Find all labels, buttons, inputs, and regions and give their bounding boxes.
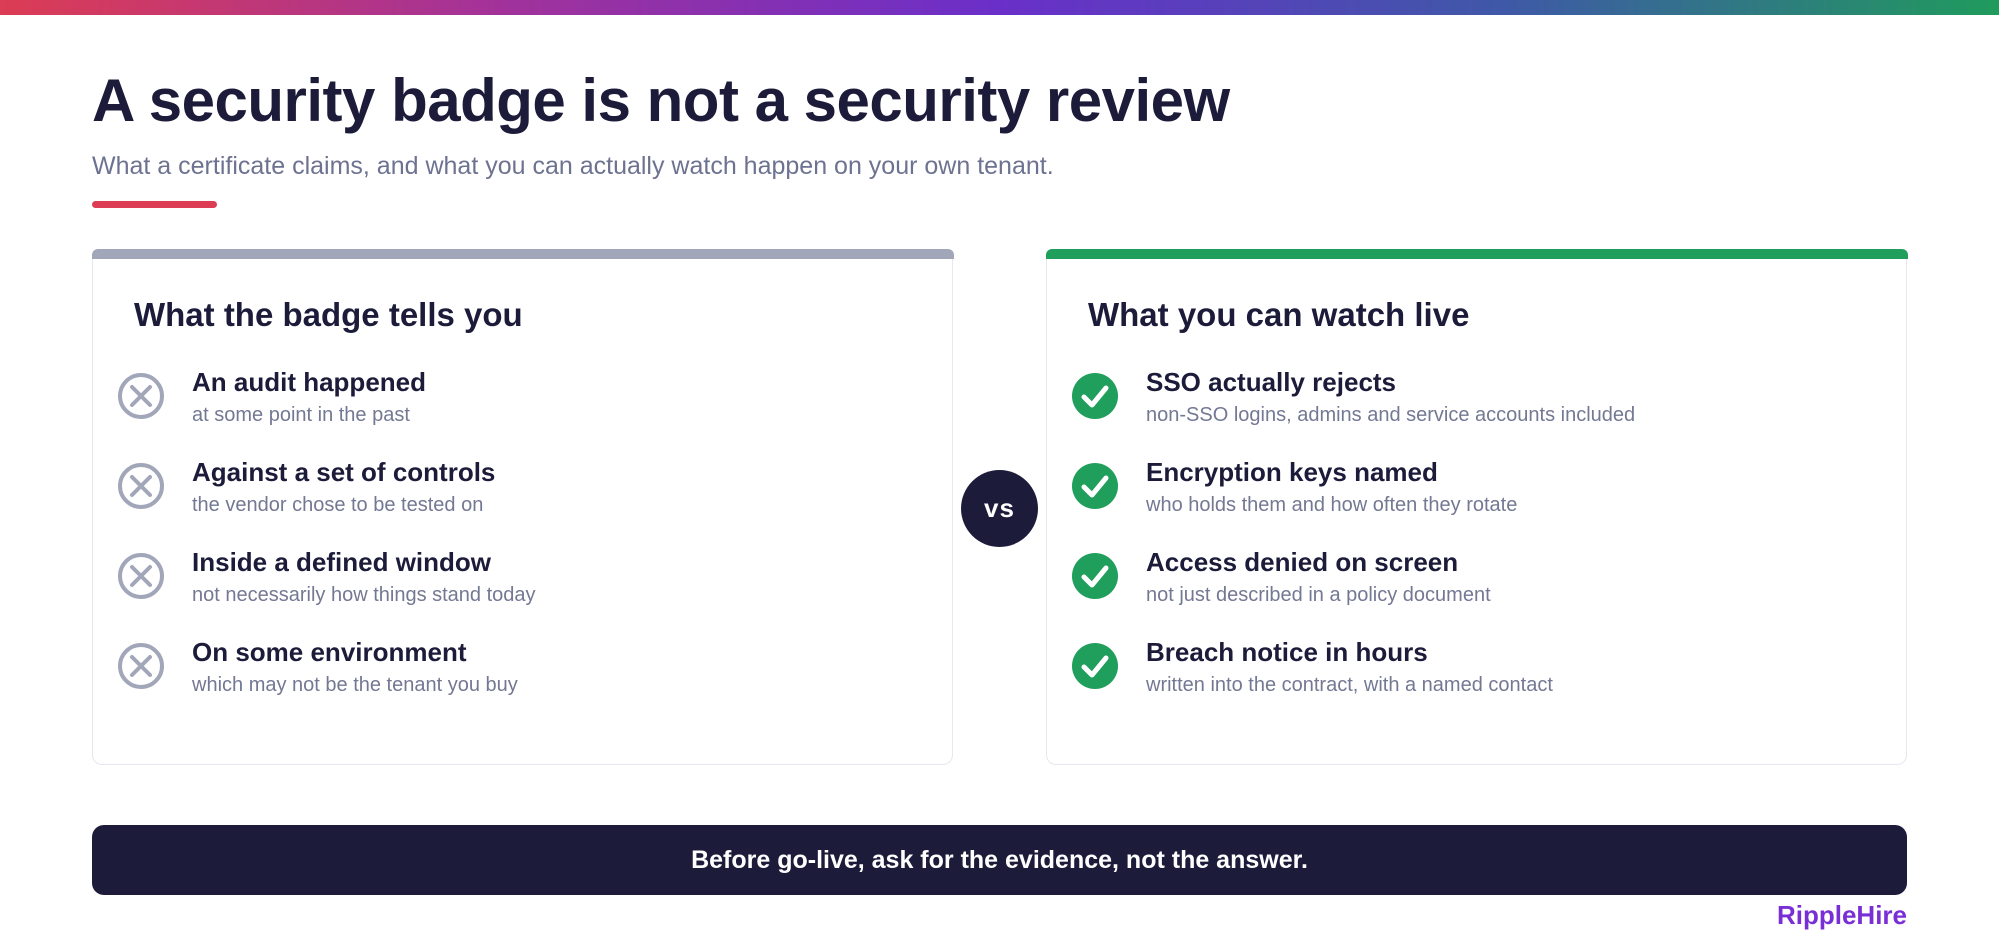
- callout-text: Before go-live, ask for the evidence, no…: [691, 845, 1308, 874]
- live-evidence-item: Breach notice in hours written into the …: [1071, 637, 1891, 707]
- badge-claim-title: Inside a defined window: [192, 547, 492, 577]
- live-evidence-detail: not just described in a policy document: [1146, 584, 1491, 606]
- badge-claims-heading: What the badge tells you: [134, 296, 523, 333]
- top-gradient-bar: [0, 0, 1999, 15]
- badge-claim-item: An audit happened at some point in the p…: [117, 367, 937, 437]
- live-evidence-title: SSO actually rejects: [1146, 367, 1397, 397]
- x-circle-icon: [117, 642, 165, 690]
- badge-claim-title: On some environment: [192, 637, 467, 667]
- x-circle-icon: [117, 372, 165, 420]
- page-subtitle: What a certificate claims, and what you …: [92, 152, 1054, 180]
- live-evidence-title: Access denied on screen: [1146, 547, 1459, 577]
- live-evidence-item: Encryption keys named who holds them and…: [1071, 457, 1891, 527]
- badge-claim-item: Against a set of controls the vendor cho…: [117, 457, 937, 527]
- brand-logo: RippleHire: [1776, 900, 1907, 930]
- check-circle-icon: [1071, 552, 1119, 600]
- live-evidence-detail: non-SSO logins, admins and service accou…: [1146, 404, 1636, 426]
- badge-claim-detail: which may not be the tenant you buy: [192, 674, 518, 696]
- check-circle-icon: [1071, 372, 1119, 420]
- badge-claim-title: An audit happened: [192, 367, 426, 397]
- title-accent-rule: [92, 201, 217, 208]
- live-evidence-title: Breach notice in hours: [1146, 637, 1428, 667]
- badge-claims-panel: What the badge tells you An audit happen…: [91, 249, 954, 765]
- live-evidence-panel: What you can watch live SSO actually rej…: [1045, 249, 1908, 765]
- badge-claim-detail: at some point in the past: [192, 404, 410, 426]
- badge-claim-title: Against a set of controls: [192, 457, 496, 487]
- badge-claim-detail: not necessarily how things stand today: [192, 584, 536, 606]
- live-evidence-heading: What you can watch live: [1088, 296, 1470, 333]
- check-circle-icon: [1071, 642, 1119, 690]
- callout-banner: Before go-live, ask for the evidence, no…: [92, 825, 1907, 895]
- badge-claim-item: On some environment which may not be the…: [117, 637, 937, 707]
- x-circle-icon: [117, 462, 165, 510]
- badge-claim-item: Inside a defined window not necessarily …: [117, 547, 937, 617]
- versus-badge: vs: [961, 470, 1038, 547]
- live-evidence-item: SSO actually rejects non-SSO logins, adm…: [1071, 367, 1891, 437]
- x-circle-icon: [117, 552, 165, 600]
- check-circle-icon: [1071, 462, 1119, 510]
- live-evidence-title: Encryption keys named: [1146, 457, 1438, 487]
- live-evidence-detail: written into the contract, with a named …: [1146, 674, 1553, 696]
- live-evidence-item: Access denied on screen not just describ…: [1071, 547, 1891, 617]
- live-evidence-detail: who holds them and how often they rotate: [1146, 494, 1518, 516]
- page-title: A security badge is not a security revie…: [92, 67, 1230, 134]
- badge-claim-detail: the vendor chose to be tested on: [192, 494, 484, 516]
